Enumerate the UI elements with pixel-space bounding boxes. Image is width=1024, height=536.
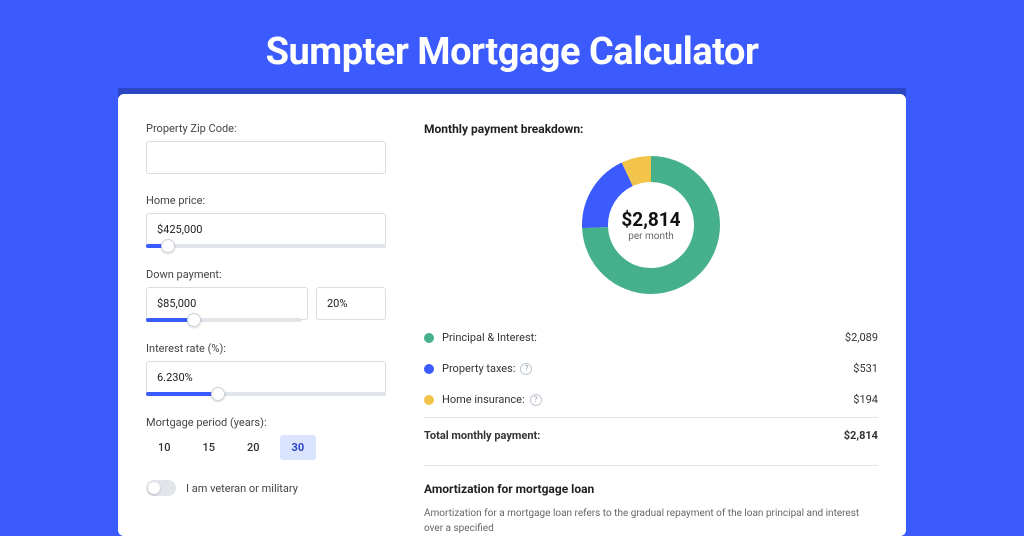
zip-field: Property Zip Code:	[146, 122, 386, 174]
zip-input[interactable]	[146, 141, 386, 174]
home-price-field: Home price:	[146, 194, 386, 248]
breakdown-row-insurance: Home insurance: ? $194	[424, 384, 878, 415]
home-price-slider-thumb[interactable]	[161, 239, 175, 253]
veteran-toggle[interactable]	[146, 480, 176, 496]
legend-dot-insurance	[424, 395, 434, 405]
breakdown-title: Monthly payment breakdown:	[424, 122, 878, 136]
calculator-card: Property Zip Code: Home price: Down paym…	[118, 94, 906, 536]
interest-rate-slider-thumb[interactable]	[211, 387, 225, 401]
donut-chart-wrap: $2,814 per month	[424, 150, 878, 300]
period-option-20[interactable]: 20	[235, 435, 272, 460]
breakdown-row-total: Total monthly payment: $2,814	[424, 417, 878, 451]
input-form-column: Property Zip Code: Home price: Down paym…	[146, 122, 386, 536]
interest-rate-field: Interest rate (%):	[146, 342, 386, 396]
breakdown-row-principal: Principal & Interest: $2,089	[424, 322, 878, 353]
breakdown-label-principal: Principal & Interest:	[442, 331, 845, 344]
mortgage-period-label: Mortgage period (years):	[146, 416, 386, 429]
home-price-input[interactable]	[146, 213, 386, 246]
down-payment-amount-input[interactable]	[146, 287, 308, 320]
amortization-section: Amortization for mortgage loan Amortizat…	[424, 465, 878, 536]
interest-rate-slider[interactable]	[146, 392, 386, 396]
veteran-label: I am veteran or military	[186, 482, 298, 495]
results-column: Monthly payment breakdown: $2,814 per mo…	[424, 122, 878, 536]
info-icon[interactable]: ?	[520, 363, 532, 375]
mortgage-period-field: Mortgage period (years): 10 15 20 30	[146, 416, 386, 460]
veteran-row: I am veteran or military	[146, 480, 386, 496]
page-title: Sumpter Mortgage Calculator	[0, 0, 1024, 94]
zip-label: Property Zip Code:	[146, 122, 386, 135]
period-option-30[interactable]: 30	[280, 435, 317, 460]
legend-dot-taxes	[424, 364, 434, 374]
breakdown-value-principal: $2,089	[845, 331, 878, 344]
amortization-text: Amortization for a mortgage loan refers …	[424, 506, 878, 536]
donut-total-amount: $2,814	[621, 208, 680, 231]
breakdown-total-value: $2,814	[844, 429, 878, 442]
breakdown-total-label: Total monthly payment:	[424, 429, 844, 442]
breakdown-label-taxes: Property taxes: ?	[442, 362, 853, 375]
info-icon[interactable]: ?	[530, 394, 542, 406]
interest-rate-input[interactable]	[146, 361, 386, 394]
donut-total-sub: per month	[628, 231, 674, 242]
breakdown-value-taxes: $531	[853, 362, 878, 375]
down-payment-label: Down payment:	[146, 268, 386, 281]
breakdown-row-taxes: Property taxes: ? $531	[424, 353, 878, 384]
home-price-slider[interactable]	[146, 244, 386, 248]
interest-rate-label: Interest rate (%):	[146, 342, 386, 355]
amortization-title: Amortization for mortgage loan	[424, 482, 878, 496]
breakdown-label-insurance: Home insurance: ?	[442, 393, 853, 406]
down-payment-slider[interactable]	[146, 318, 302, 322]
down-payment-slider-thumb[interactable]	[187, 313, 201, 327]
down-payment-percent-input[interactable]	[316, 287, 386, 320]
legend-dot-principal	[424, 333, 434, 343]
period-option-15[interactable]: 15	[191, 435, 228, 460]
down-payment-field: Down payment:	[146, 268, 386, 322]
period-option-10[interactable]: 10	[146, 435, 183, 460]
donut-chart: $2,814 per month	[576, 150, 726, 300]
donut-center: $2,814 per month	[576, 150, 726, 300]
mortgage-period-options: 10 15 20 30	[146, 435, 386, 460]
home-price-label: Home price:	[146, 194, 386, 207]
breakdown-value-insurance: $194	[853, 393, 878, 406]
